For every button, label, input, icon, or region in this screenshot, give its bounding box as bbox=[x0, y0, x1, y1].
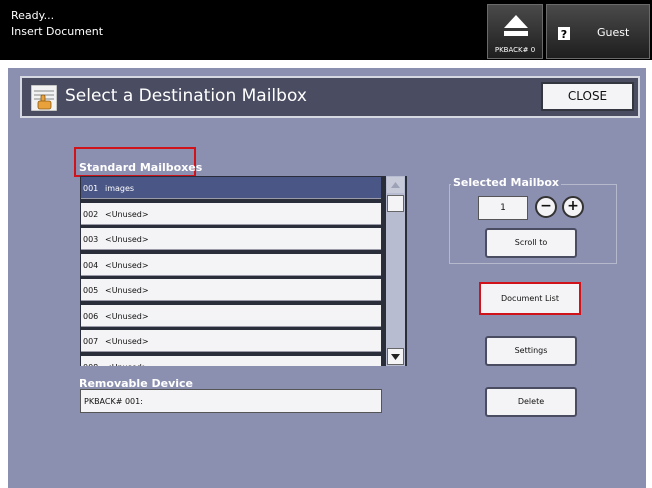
document-list-button[interactable]: Document List bbox=[479, 282, 581, 315]
mailbox-row[interactable]: 003 <Unused> bbox=[81, 228, 381, 250]
selected-mailbox-label: Selected Mailbox bbox=[451, 176, 561, 189]
mailbox-name: <Unused> bbox=[105, 235, 149, 244]
scroll-down-button[interactable] bbox=[387, 348, 404, 365]
decrement-button[interactable]: − bbox=[535, 196, 557, 218]
mailbox-number: 007 bbox=[83, 337, 99, 346]
mailbox-number: 001 bbox=[83, 184, 99, 193]
mailbox-row[interactable]: 005 <Unused> bbox=[81, 279, 381, 301]
mailbox-name: <Unused> bbox=[105, 363, 149, 367]
mailbox-number: 002 bbox=[83, 209, 99, 219]
mailbox-number-field[interactable]: 1 bbox=[478, 196, 528, 220]
mailbox-name: <Unused> bbox=[105, 286, 149, 295]
mailbox-row[interactable]: 001 images bbox=[81, 177, 381, 199]
main-panel: Select a Destination Mailbox CLOSE Stand… bbox=[8, 68, 646, 488]
svg-text:?: ? bbox=[561, 28, 567, 40]
removable-device-field[interactable]: PKBACK# 001: bbox=[80, 389, 382, 413]
scroll-thumb[interactable] bbox=[387, 195, 404, 212]
user-label: Guest bbox=[597, 26, 630, 39]
chevron-up-icon bbox=[391, 182, 400, 188]
mailbox-name: <Unused> bbox=[105, 311, 149, 321]
user-icon: ? bbox=[558, 27, 570, 40]
increment-button[interactable]: + bbox=[562, 196, 584, 218]
eject-label: PKBACK# 0 bbox=[494, 46, 536, 54]
mailbox-name: <Unused> bbox=[105, 337, 149, 346]
status-text: Ready... bbox=[11, 9, 55, 22]
dialog-header: Select a Destination Mailbox CLOSE bbox=[20, 76, 640, 118]
dialog-title: Select a Destination Mailbox bbox=[65, 86, 307, 106]
mailbox-row[interactable]: 007 <Unused> bbox=[81, 330, 381, 352]
mailbox-number: 006 bbox=[83, 311, 99, 321]
scrollbar[interactable] bbox=[386, 176, 405, 366]
mailbox-number: 005 bbox=[83, 286, 99, 295]
mailbox-number: 003 bbox=[83, 235, 99, 244]
chevron-down-icon bbox=[391, 354, 400, 360]
settings-button[interactable]: Settings bbox=[485, 336, 577, 366]
standard-mailboxes-label: Standard Mailboxes bbox=[79, 161, 203, 174]
scroll-to-button[interactable]: Scroll to bbox=[485, 228, 577, 258]
mailbox-hand-icon bbox=[31, 85, 57, 111]
mailbox-row[interactable]: 008 <Unused> bbox=[81, 355, 381, 367]
close-button[interactable]: CLOSE bbox=[541, 82, 634, 111]
mailbox-name: <Unused> bbox=[105, 260, 149, 270]
mailbox-number: 004 bbox=[83, 260, 99, 270]
mailbox-number: 008 bbox=[83, 363, 98, 367]
mailbox-row[interactable]: 006 <Unused> bbox=[81, 304, 381, 327]
delete-button[interactable]: Delete bbox=[485, 387, 577, 417]
status-bar: Ready... Insert Document PKBACK# 0 ? Gue… bbox=[0, 0, 652, 60]
eject-button[interactable]: PKBACK# 0 bbox=[487, 4, 543, 59]
mailbox-row[interactable]: 004 <Unused> bbox=[81, 253, 381, 276]
mailbox-name: images bbox=[105, 184, 135, 193]
user-button[interactable]: ? Guest bbox=[546, 4, 650, 59]
mailbox-row[interactable]: 002 <Unused> bbox=[81, 202, 381, 225]
mailbox-name: <Unused> bbox=[105, 209, 149, 219]
scroll-up-button[interactable] bbox=[387, 177, 404, 193]
status-message: Insert Document bbox=[11, 25, 104, 38]
eject-icon bbox=[504, 15, 528, 36]
mailbox-list[interactable]: 001 images 002 <Unused> 003 <Unused> 004 <Unuse… bbox=[80, 176, 407, 366]
